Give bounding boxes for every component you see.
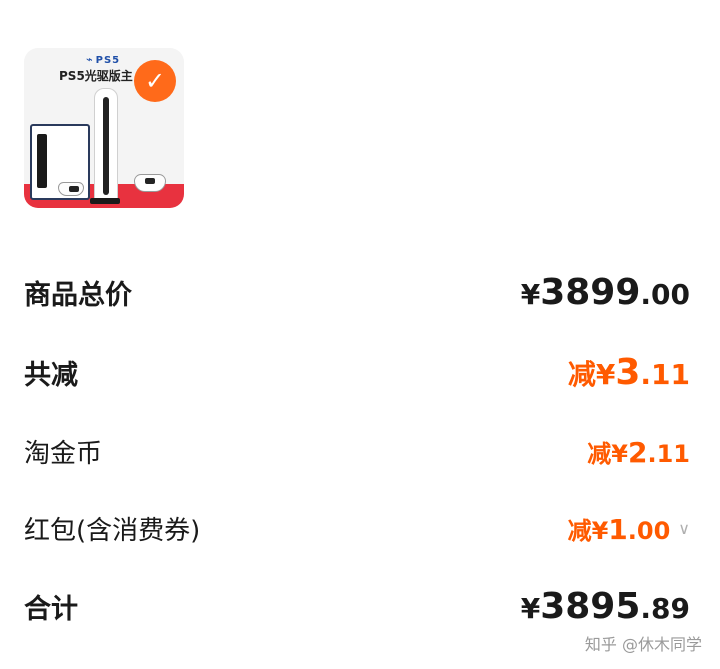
controller-image: [134, 174, 166, 192]
total-price-row: 商品总价 ¥ 3899 .00: [24, 272, 690, 313]
console-stand: [90, 198, 120, 204]
total-price-value: ¥ 3899 .00: [520, 272, 690, 313]
selected-check-icon[interactable]: ✓: [134, 60, 176, 102]
redpacket-label: 红包(含消费券): [24, 516, 201, 546]
redpacket-row[interactable]: 红包(含消费券) 减¥ 1 .00 ∨: [24, 510, 690, 547]
grand-total-value: ¥ 3895 .89: [520, 586, 690, 627]
product-caption: PS5光驱版主: [59, 69, 133, 83]
chevron-down-icon[interactable]: ∨: [678, 519, 690, 538]
redpacket-value[interactable]: 减¥ 1 .00 ∨: [568, 511, 690, 546]
total-discount-value: 减¥ 3 .11: [567, 352, 690, 393]
taojinbi-value: 减¥ 2 .11: [587, 436, 690, 469]
taojinbi-row: 淘金币 减¥ 2 .11: [24, 433, 690, 470]
console-image: [94, 88, 118, 204]
total-discount-label: 共减: [24, 360, 78, 391]
taojinbi-label: 淘金币: [24, 439, 103, 469]
grand-total-row: 合计 ¥ 3895 .89: [24, 586, 690, 627]
total-discount-row: 共减 减¥ 3 .11: [24, 352, 690, 393]
playstation-logo: ⌁ PS5: [86, 53, 121, 66]
controller-image: [58, 182, 84, 196]
grand-total-label: 合计: [24, 594, 78, 625]
total-price-label: 商品总价: [24, 280, 132, 311]
watermark: 知乎 @休木同学: [584, 635, 702, 654]
product-thumbnail[interactable]: ⌁ PS5 PS5光驱版主 ✓: [24, 48, 184, 208]
